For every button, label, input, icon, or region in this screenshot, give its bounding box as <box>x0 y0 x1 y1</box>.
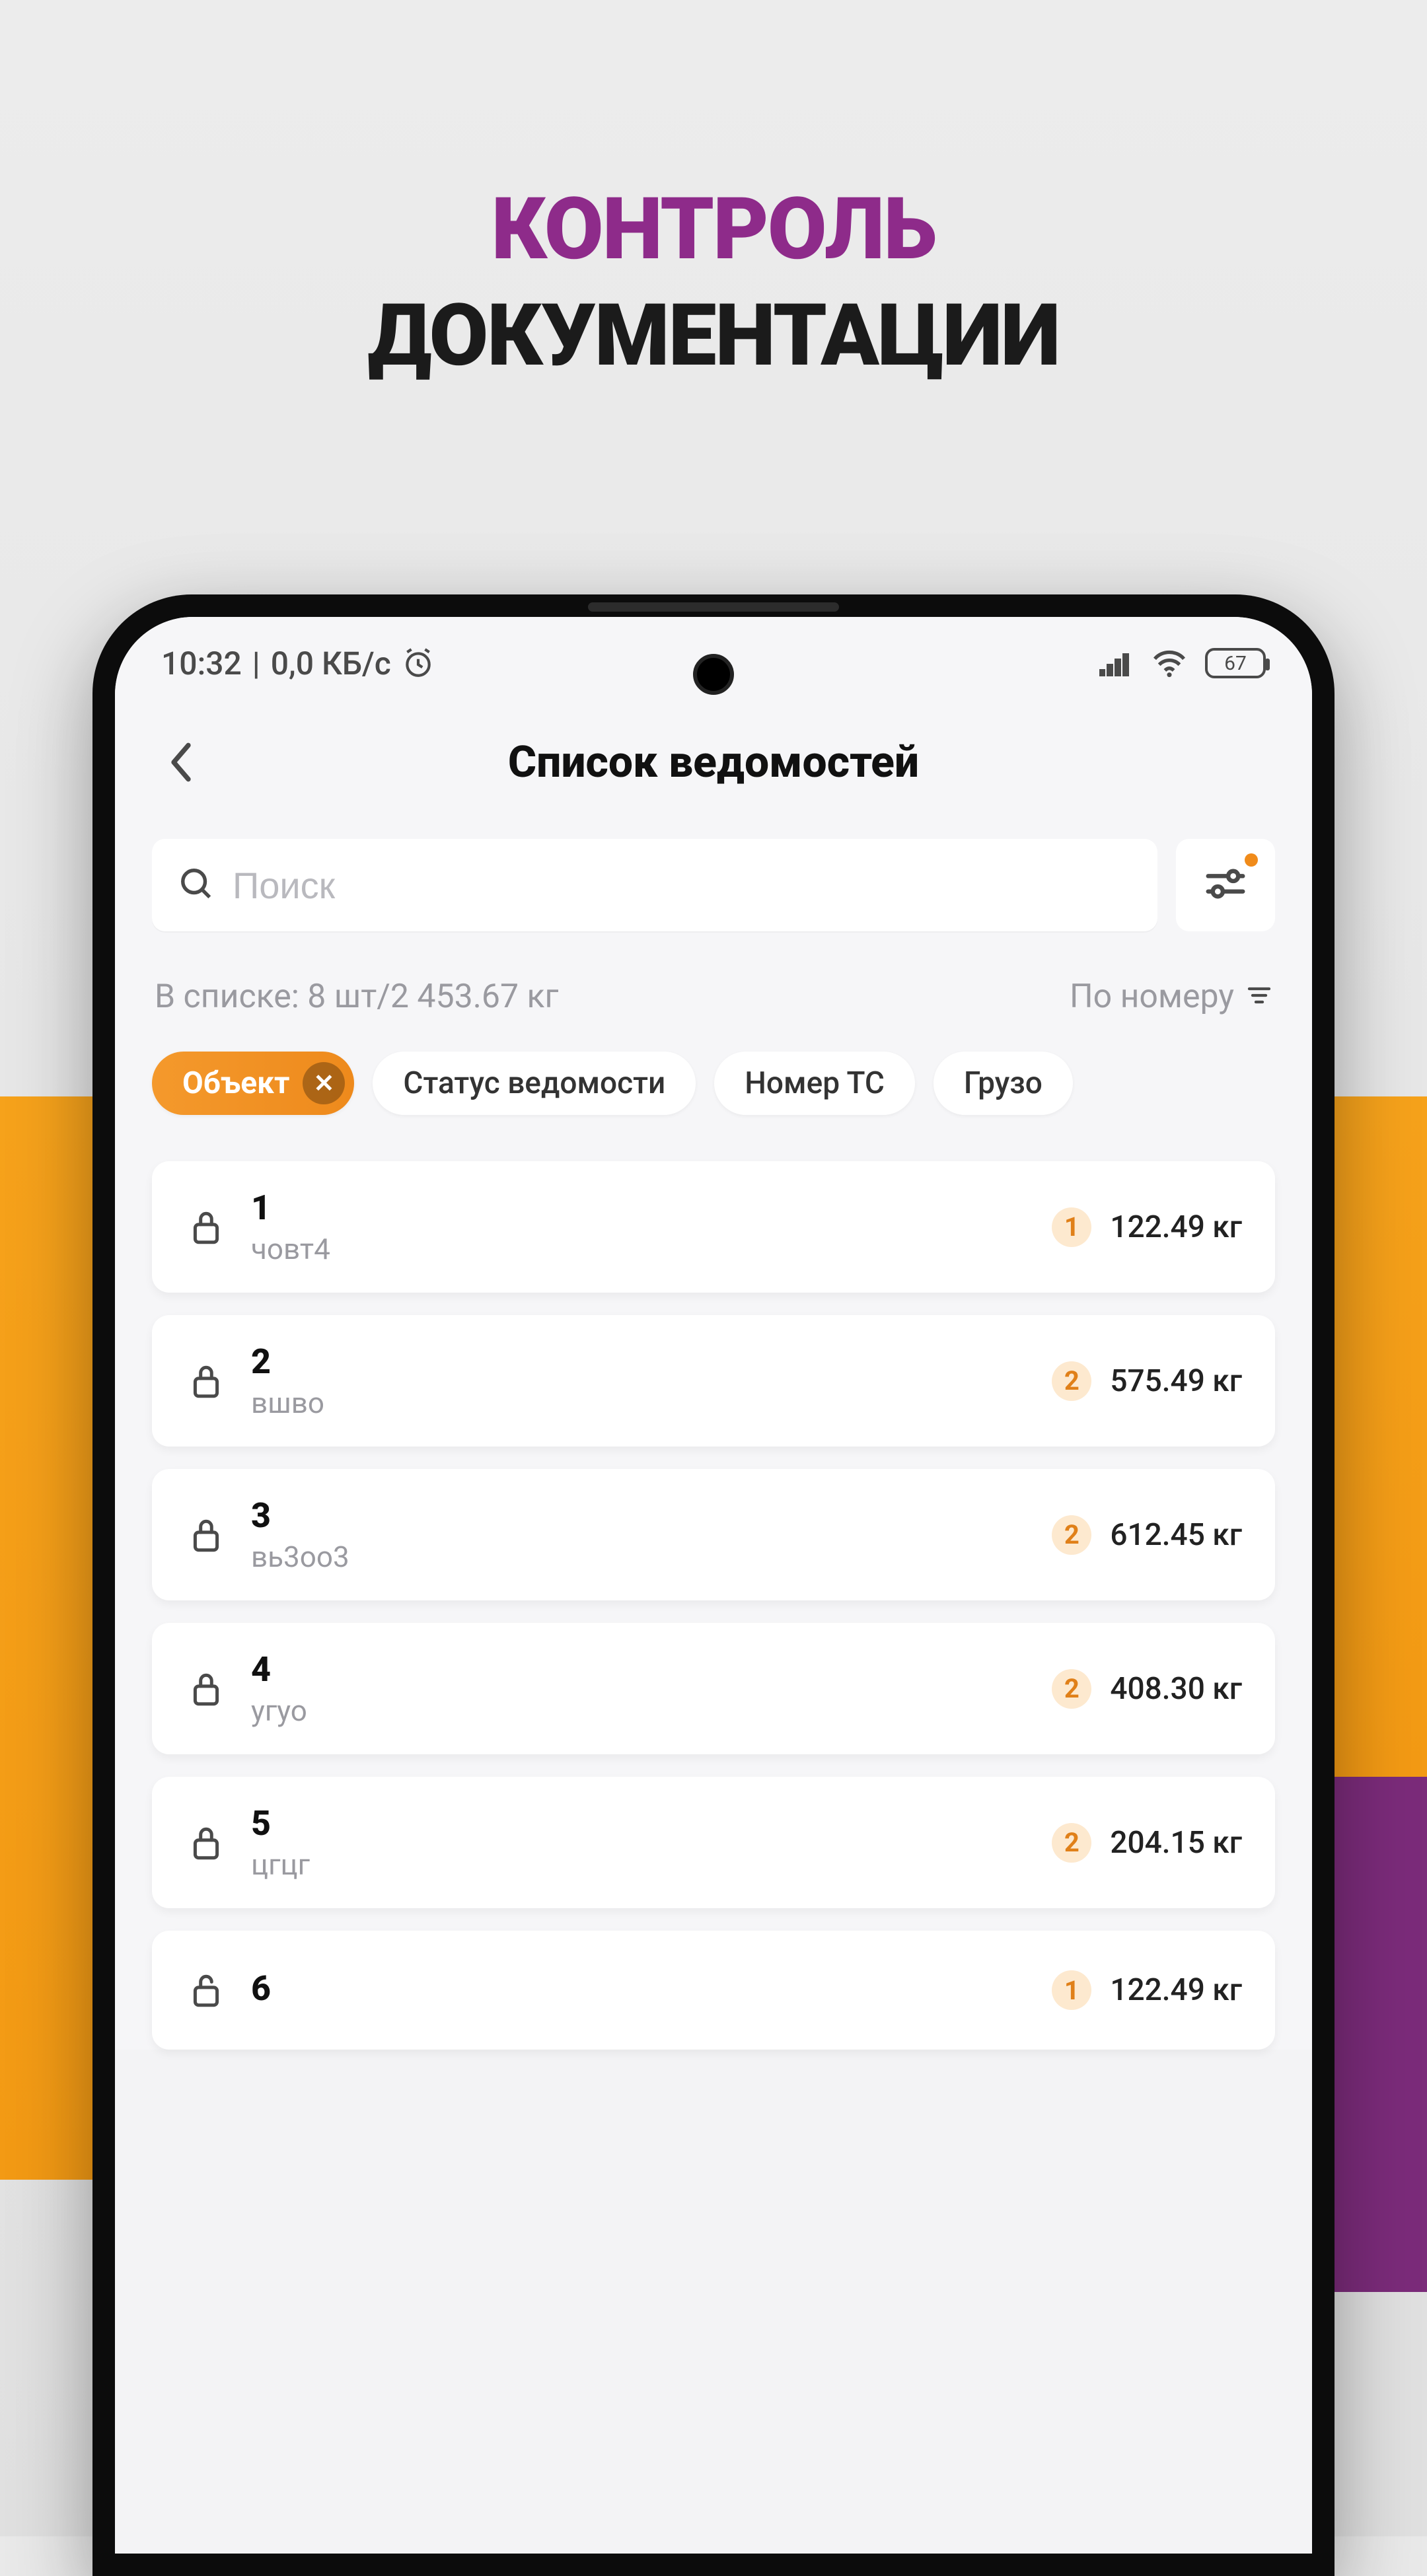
item-number: 1 <box>251 1188 1052 1228</box>
sliders-icon <box>1202 861 1249 910</box>
item-count-badge: 2 <box>1052 1669 1091 1709</box>
phone-camera <box>693 654 734 695</box>
item-number: 4 <box>251 1649 1052 1690</box>
bg-band-grey-right <box>1321 2292 1427 2536</box>
lock-icon <box>185 1971 227 2009</box>
app-header: Список ведомостей <box>115 709 1312 819</box>
filter-button[interactable] <box>1176 839 1275 931</box>
phone-frame: 10:32 | 0,0 КБ/с <box>92 594 1335 2576</box>
item-count-badge: 2 <box>1052 1823 1091 1863</box>
sort-label: По номеру <box>1070 978 1234 1016</box>
item-number: 6 <box>251 1968 1052 2009</box>
filter-active-dot <box>1245 853 1258 867</box>
lock-icon <box>185 1208 227 1246</box>
chip-label: Статус ведомости <box>403 1065 665 1101</box>
status-time: 10:32 <box>161 645 242 682</box>
item-subtitle: вь3оо3 <box>251 1540 1052 1574</box>
list-item[interactable]: 6 1 122.49 кг <box>152 1931 1275 2050</box>
item-weight: 612.45 кг <box>1110 1517 1242 1553</box>
item-weight: 122.49 кг <box>1110 1209 1242 1245</box>
item-subtitle: угуо <box>251 1694 1052 1728</box>
item-weight: 122.49 кг <box>1110 1972 1242 2008</box>
bg-band-orange-right <box>1321 1096 1427 1777</box>
list-item[interactable]: 5 цгцг 2 204.15 кг <box>152 1777 1275 1908</box>
item-number: 5 <box>251 1803 1052 1843</box>
filter-chip[interactable]: Объект ✕ <box>152 1052 354 1115</box>
chip-label: Грузо <box>964 1065 1043 1101</box>
filter-chips[interactable]: Объект ✕ Статус ведомости Номер ТС Грузо <box>115 1036 1312 1141</box>
chip-label: Объект <box>182 1065 289 1101</box>
battery-level: 67 <box>1224 652 1247 675</box>
item-number: 3 <box>251 1495 1052 1536</box>
item-subtitle: човт4 <box>251 1232 1052 1266</box>
wifi-icon <box>1151 649 1188 678</box>
list-summary: В списке: 8 шт/2 453.67 кг <box>155 978 559 1016</box>
search-icon <box>178 866 214 904</box>
sort-button[interactable]: По номеру <box>1070 978 1272 1016</box>
filter-chip[interactable]: Грузо <box>933 1052 1073 1115</box>
list-item[interactable]: 2 вшво 2 575.49 кг <box>152 1315 1275 1447</box>
item-subtitle: цгцг <box>251 1847 1052 1882</box>
lock-icon <box>185 1362 227 1400</box>
lock-icon <box>185 1670 227 1708</box>
item-number: 2 <box>251 1342 1052 1382</box>
search-input[interactable] <box>233 864 1131 907</box>
headline-line2: ДОКУМЕНТАЦИИ <box>0 285 1427 386</box>
item-count-badge: 1 <box>1052 1970 1091 2010</box>
document-list[interactable]: 1 човт4 1 122.49 кг 2 вшво 2 575.49 кг 3… <box>115 1141 1312 2050</box>
list-item[interactable]: 3 вь3оо3 2 612.45 кг <box>152 1469 1275 1600</box>
signal-icon <box>1099 650 1134 676</box>
chip-clear-icon[interactable]: ✕ <box>303 1062 345 1104</box>
item-count-badge: 1 <box>1052 1207 1091 1247</box>
lock-icon <box>185 1824 227 1862</box>
list-item[interactable]: 4 угуо 2 408.30 кг <box>152 1623 1275 1754</box>
chip-label: Номер ТС <box>745 1065 885 1101</box>
filter-chip[interactable]: Номер ТС <box>714 1052 915 1115</box>
list-item[interactable]: 1 човт4 1 122.49 кг <box>152 1161 1275 1293</box>
item-subtitle: вшво <box>251 1386 1052 1420</box>
battery-indicator: 67 <box>1205 648 1266 678</box>
item-weight: 408.30 кг <box>1110 1671 1242 1707</box>
item-count-badge: 2 <box>1052 1361 1091 1401</box>
status-sep: | <box>252 645 260 682</box>
item-count-badge: 2 <box>1052 1515 1091 1555</box>
phone-earpiece <box>588 602 839 612</box>
sort-icon <box>1246 978 1272 1016</box>
marketing-headline: КОНТРОЛЬ ДОКУМЕНТАЦИИ <box>0 178 1427 386</box>
filter-chip[interactable]: Статус ведомости <box>373 1052 696 1115</box>
item-weight: 204.15 кг <box>1110 1825 1242 1861</box>
bg-band-purple-right <box>1321 1777 1427 2292</box>
status-net: 0,0 КБ/с <box>271 645 391 682</box>
alarm-icon <box>402 647 435 680</box>
search-box[interactable] <box>152 839 1157 931</box>
lock-icon <box>185 1516 227 1554</box>
headline-line1: КОНТРОЛЬ <box>0 178 1427 279</box>
item-weight: 575.49 кг <box>1110 1363 1242 1399</box>
page-title: Список ведомостей <box>155 737 1272 788</box>
